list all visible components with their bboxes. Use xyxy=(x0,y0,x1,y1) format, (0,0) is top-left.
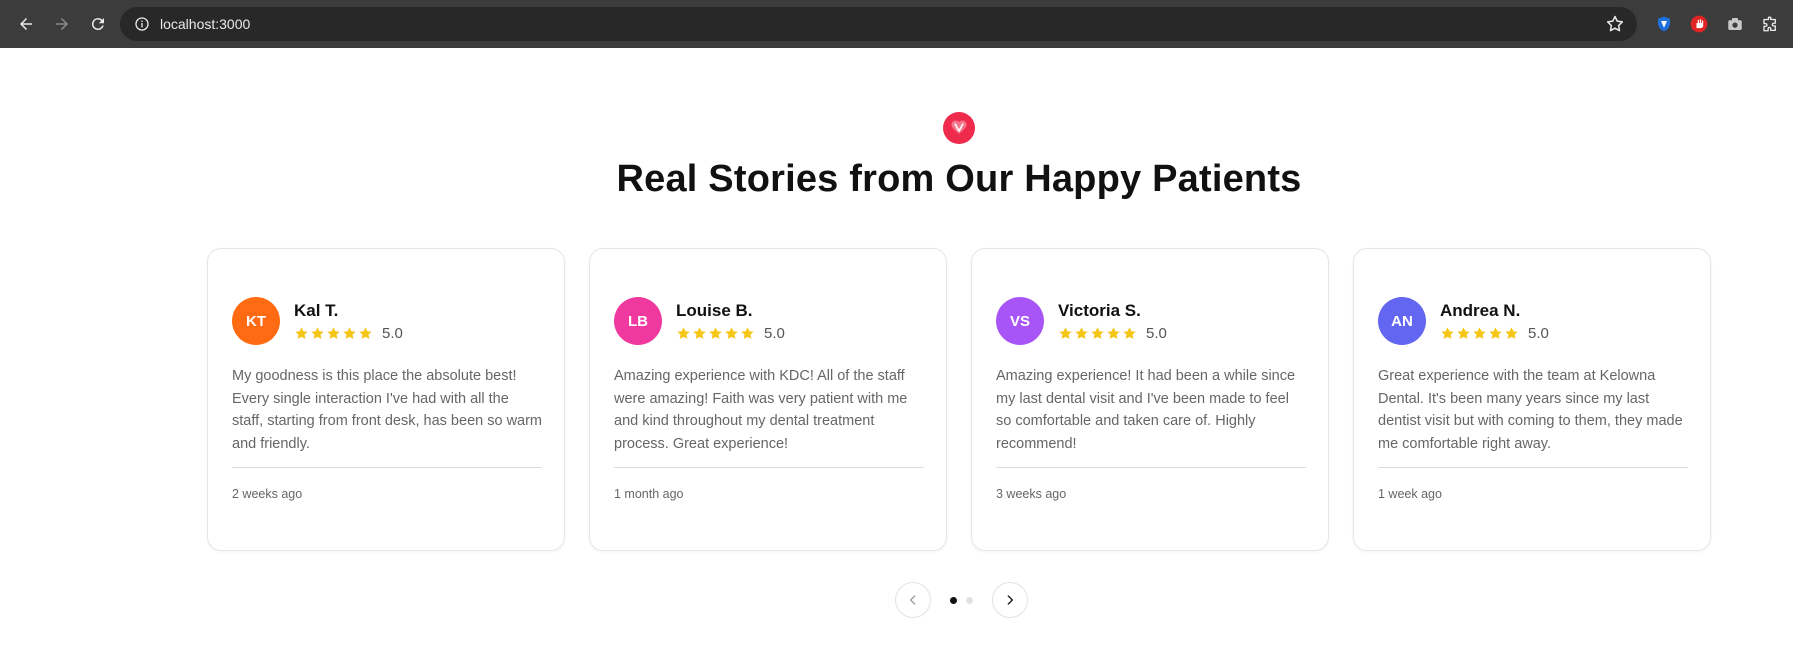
star-icon xyxy=(677,326,690,339)
reviewer-name: Victoria S. xyxy=(1058,300,1141,320)
arrow-left-icon xyxy=(20,18,32,30)
star-icon xyxy=(327,326,340,339)
bookmark-star-icon[interactable] xyxy=(1605,14,1625,34)
rating: 5.0 xyxy=(676,325,785,342)
browser-toolbar: localhost:3000 xyxy=(0,0,1793,48)
reviewer-info: Andrea N. 5.0 xyxy=(1440,301,1549,342)
reviewer-info: Louise B. 5.0 xyxy=(676,301,785,342)
forward-button[interactable] xyxy=(44,6,80,42)
rating-score: 5.0 xyxy=(1146,324,1167,342)
star-icon xyxy=(359,326,372,339)
extension-hand-icon[interactable] xyxy=(1687,12,1711,36)
browser-nav xyxy=(8,6,116,42)
star-icon xyxy=(311,326,324,339)
review-header: LB Louise B. 5.0 xyxy=(614,297,785,345)
reviewer-name: Kal T. xyxy=(294,300,339,320)
avatar: LB xyxy=(614,297,662,345)
extension-camera-icon[interactable] xyxy=(1723,12,1747,36)
rating: 5.0 xyxy=(294,325,403,342)
review-card: AN Andrea N. 5.0 Great experience with t… xyxy=(1353,248,1711,551)
review-header: VS Victoria S. 5.0 xyxy=(996,297,1167,345)
pagination-dot-active[interactable] xyxy=(950,596,957,604)
reviewer-name: Louise B. xyxy=(676,300,753,320)
reviewer-name: Andrea N. xyxy=(1440,300,1521,320)
review-header: AN Andrea N. 5.0 xyxy=(1378,297,1549,345)
star-icon xyxy=(1441,326,1454,339)
reviewer-info: Kal T. 5.0 xyxy=(294,301,403,342)
address-bar[interactable]: localhost:3000 xyxy=(120,7,1637,41)
heart-badge-icon xyxy=(943,112,975,144)
review-text: Amazing experience with KDC! All of the … xyxy=(614,368,908,452)
extension-shield-icon[interactable] xyxy=(1652,12,1676,36)
review-card: LB Louise B. 5.0 Amazing experience with… xyxy=(589,248,947,551)
reload-button[interactable] xyxy=(80,6,116,42)
star-rating xyxy=(1058,326,1137,341)
star-icon xyxy=(1091,326,1104,339)
star-icon xyxy=(1059,326,1072,339)
star-icon xyxy=(295,326,308,339)
star-rating xyxy=(1440,326,1519,341)
previous-button[interactable] xyxy=(895,582,931,618)
review-header: KT Kal T. 5.0 xyxy=(232,297,403,345)
divider xyxy=(232,467,542,468)
star-rating xyxy=(676,326,755,341)
extensions-puzzle-icon[interactable] xyxy=(1758,12,1782,36)
pagination-dot[interactable] xyxy=(966,596,973,604)
rating-score: 5.0 xyxy=(382,324,403,342)
review-time: 1 month ago xyxy=(614,487,684,501)
url-text[interactable]: localhost:3000 xyxy=(160,16,250,32)
rating-score: 5.0 xyxy=(764,324,785,342)
chevron-right-icon xyxy=(1007,595,1013,605)
chevron-left-icon xyxy=(910,595,916,605)
star-icon xyxy=(709,326,722,339)
rating: 5.0 xyxy=(1058,325,1167,342)
star-rating xyxy=(294,326,373,341)
review-text: Amazing experience! It had been a while … xyxy=(996,368,1296,452)
arrow-right-icon xyxy=(56,18,68,30)
testimonials-section: Real Stories from Our Happy Patients KT … xyxy=(0,48,1793,648)
review-card: VS Victoria S. 5.0 Amazing experience! I… xyxy=(971,248,1329,551)
rating: 5.0 xyxy=(1440,325,1549,342)
star-icon xyxy=(1123,326,1136,339)
review-time: 1 week ago xyxy=(1378,487,1442,501)
review-text: Great experience with the team at Kelown… xyxy=(1378,368,1683,452)
star-icon xyxy=(1473,326,1486,339)
section-heading: Real Stories from Our Happy Patients xyxy=(616,158,1302,200)
reviewer-info: Victoria S. 5.0 xyxy=(1058,301,1167,342)
avatar: VS xyxy=(996,297,1044,345)
review-time: 2 weeks ago xyxy=(232,487,303,501)
review-text: My goodness is this place the absolute b… xyxy=(232,368,543,452)
review-time: 3 weeks ago xyxy=(996,487,1067,501)
star-icon xyxy=(343,326,356,339)
review-carousel: KT Kal T. 5.0 My goodness is this place … xyxy=(207,248,1711,551)
star-icon xyxy=(741,326,754,339)
star-icon xyxy=(1075,326,1088,339)
next-button[interactable] xyxy=(992,582,1028,618)
star-icon xyxy=(1457,326,1470,339)
carousel-pager xyxy=(895,582,1028,618)
reload-icon xyxy=(91,18,104,31)
back-button[interactable] xyxy=(8,6,44,42)
star-icon xyxy=(1107,326,1120,339)
divider xyxy=(996,467,1306,468)
pagination-dots xyxy=(950,596,973,604)
divider xyxy=(1378,467,1688,468)
review-card: KT Kal T. 5.0 My goodness is this place … xyxy=(207,248,565,551)
divider xyxy=(614,467,924,468)
star-icon xyxy=(1489,326,1502,339)
star-icon xyxy=(725,326,738,339)
star-icon xyxy=(1505,326,1518,339)
site-info-icon[interactable] xyxy=(126,7,158,41)
avatar: AN xyxy=(1378,297,1426,345)
rating-score: 5.0 xyxy=(1528,324,1549,342)
avatar: KT xyxy=(232,297,280,345)
star-icon xyxy=(693,326,706,339)
